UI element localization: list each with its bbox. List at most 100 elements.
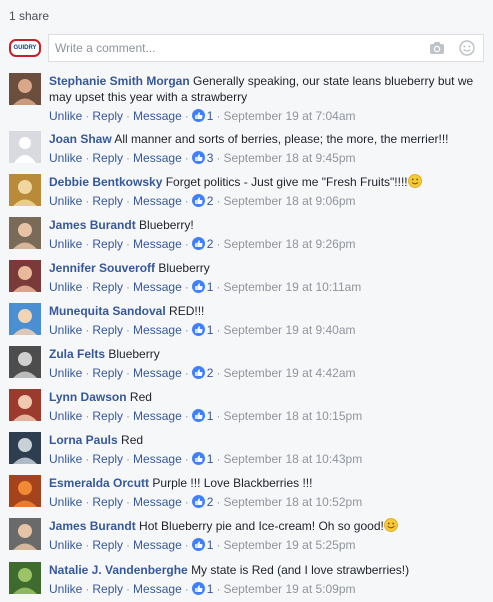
comment-timestamp[interactable]: September 18 at 9:45pm <box>223 151 355 165</box>
unlike-link[interactable]: Unlike <box>49 409 82 423</box>
commenter-avatar[interactable] <box>9 174 41 206</box>
separator: · <box>85 237 90 251</box>
message-link[interactable]: Message <box>133 194 182 208</box>
comment-author[interactable]: James Burandt <box>49 519 136 533</box>
message-link[interactable]: Message <box>133 280 182 294</box>
separator: · <box>85 151 90 165</box>
unlike-link[interactable]: Unlike <box>49 366 82 380</box>
commenter-avatar[interactable] <box>9 475 41 507</box>
reply-link[interactable]: Reply <box>92 582 123 596</box>
emoji-icon[interactable] <box>459 40 475 56</box>
thumbs-up-icon <box>191 409 205 422</box>
comment-author[interactable]: Stephanie Smith Morgan <box>49 74 190 88</box>
unlike-link[interactable]: Unlike <box>49 109 82 123</box>
unlike-link[interactable]: Unlike <box>49 323 82 337</box>
comment-timestamp[interactable]: September 18 at 10:43pm <box>223 452 362 466</box>
unlike-link[interactable]: Unlike <box>49 452 82 466</box>
separator: · <box>126 109 131 123</box>
like-count-button[interactable]: 1 <box>191 452 213 466</box>
separator: · <box>126 366 131 380</box>
comment-text: Red <box>129 390 152 404</box>
commenter-avatar[interactable] <box>9 303 41 335</box>
like-count-button[interactable]: 1 <box>191 109 213 123</box>
comment-author[interactable]: Joan Shaw <box>49 132 112 146</box>
comment-composer[interactable] <box>48 34 484 62</box>
message-link[interactable]: Message <box>133 409 182 423</box>
message-link[interactable]: Message <box>133 237 182 251</box>
unlike-link[interactable]: Unlike <box>49 151 82 165</box>
smile-emoji-icon <box>407 174 422 188</box>
message-link[interactable]: Message <box>133 495 182 509</box>
message-link[interactable]: Message <box>133 151 182 165</box>
message-link[interactable]: Message <box>133 582 182 596</box>
comment-timestamp[interactable]: September 18 at 9:06pm <box>223 194 355 208</box>
like-count-button[interactable]: 2 <box>191 495 213 509</box>
commenter-avatar[interactable] <box>9 432 41 464</box>
comment-author[interactable]: Lynn Dawson <box>49 390 127 404</box>
comment-author[interactable]: James Burandt <box>49 218 136 232</box>
unlike-link[interactable]: Unlike <box>49 582 82 596</box>
like-count-button[interactable]: 1 <box>191 280 213 294</box>
unlike-link[interactable]: Unlike <box>49 495 82 509</box>
comment-timestamp[interactable]: September 18 at 10:52pm <box>223 495 362 509</box>
unlike-link[interactable]: Unlike <box>49 194 82 208</box>
reply-link[interactable]: Reply <box>92 323 123 337</box>
share-count[interactable]: 1 share <box>9 9 49 23</box>
comment-timestamp[interactable]: September 19 at 5:09pm <box>223 582 355 596</box>
message-link[interactable]: Message <box>133 452 182 466</box>
reply-link[interactable]: Reply <box>92 538 123 552</box>
reply-link[interactable]: Reply <box>92 237 123 251</box>
commenter-avatar[interactable] <box>9 260 41 292</box>
comment-author[interactable]: Jennifer Souveroff <box>49 261 155 275</box>
comment-author[interactable]: Debbie Bentkowsky <box>49 175 162 189</box>
like-count-button[interactable]: 1 <box>191 409 213 423</box>
commenter-avatar[interactable] <box>9 389 41 421</box>
message-link[interactable]: Message <box>133 109 182 123</box>
commenter-avatar[interactable] <box>9 346 41 378</box>
commenter-avatar[interactable] <box>9 217 41 249</box>
like-count-button[interactable]: 3 <box>191 151 213 165</box>
commenter-avatar[interactable] <box>9 518 41 550</box>
message-link[interactable]: Message <box>133 323 182 337</box>
comment-timestamp[interactable]: September 19 at 10:11am <box>223 280 361 294</box>
comment-timestamp[interactable]: September 19 at 5:25pm <box>223 538 355 552</box>
message-link[interactable]: Message <box>133 366 182 380</box>
thumbs-up-icon <box>191 495 205 508</box>
reply-link[interactable]: Reply <box>92 409 123 423</box>
comment-timestamp[interactable]: September 19 at 4:42am <box>223 366 355 380</box>
commenter-avatar[interactable] <box>9 73 41 105</box>
reply-link[interactable]: Reply <box>92 194 123 208</box>
like-count-button[interactable]: 1 <box>191 582 213 596</box>
separator: · <box>184 323 189 337</box>
unlike-link[interactable]: Unlike <box>49 538 82 552</box>
comment-author[interactable]: Esmeralda Orcutt <box>49 476 149 490</box>
reply-link[interactable]: Reply <box>92 452 123 466</box>
comment-text: Hot Blueberry pie and Ice-cream! Oh so g… <box>139 519 384 533</box>
like-count-button[interactable]: 2 <box>191 237 213 251</box>
profile-photo-icon <box>9 260 41 292</box>
like-count-button[interactable]: 2 <box>191 366 213 380</box>
comment-timestamp[interactable]: September 18 at 9:26pm <box>223 237 355 251</box>
message-link[interactable]: Message <box>133 538 182 552</box>
comment-author[interactable]: Natalie J. Vandenberghe <box>49 563 188 577</box>
comment-author[interactable]: Zula Felts <box>49 347 105 361</box>
commenter-avatar[interactable] <box>9 562 41 594</box>
unlike-link[interactable]: Unlike <box>49 237 82 251</box>
comment-author[interactable]: Munequita Sandoval <box>49 304 166 318</box>
comment-timestamp[interactable]: September 18 at 10:15pm <box>223 409 362 423</box>
like-count-button[interactable]: 1 <box>191 323 213 337</box>
comment-timestamp[interactable]: September 19 at 9:40am <box>223 323 355 337</box>
commenter-avatar[interactable] <box>9 131 41 163</box>
comment-input[interactable] <box>55 40 405 56</box>
comment-timestamp[interactable]: September 19 at 7:04am <box>223 109 355 123</box>
reply-link[interactable]: Reply <box>92 280 123 294</box>
camera-icon[interactable] <box>429 41 445 55</box>
reply-link[interactable]: Reply <box>92 109 123 123</box>
reply-link[interactable]: Reply <box>92 151 123 165</box>
reply-link[interactable]: Reply <box>92 495 123 509</box>
comment-author[interactable]: Lorna Pauls <box>49 433 118 447</box>
like-count-button[interactable]: 1 <box>191 538 213 552</box>
like-count-button[interactable]: 2 <box>191 194 213 208</box>
reply-link[interactable]: Reply <box>92 366 123 380</box>
unlike-link[interactable]: Unlike <box>49 280 82 294</box>
